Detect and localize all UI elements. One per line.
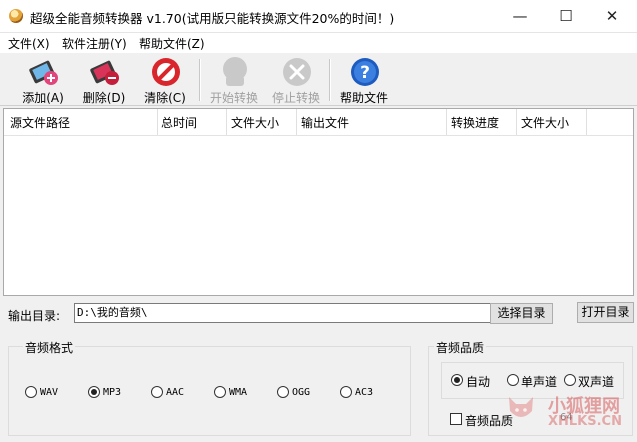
format-radio-wav[interactable] (25, 386, 37, 398)
format-label-ac3: AC3 (355, 387, 374, 398)
column-source-path[interactable]: 源文件路径 (10, 114, 70, 131)
format-radio-mp3[interactable] (88, 386, 100, 398)
start-convert-label: 开始转换 (209, 91, 258, 105)
column-divider (296, 109, 297, 135)
column-output-file[interactable]: 输出文件 (301, 114, 349, 131)
toolbar-separator (199, 59, 201, 101)
column-divider (226, 109, 227, 135)
clear-button-label: 清除(C) (144, 91, 186, 105)
app-icon (9, 9, 23, 23)
help-file-button[interactable]: ? 帮助文件 (334, 56, 394, 105)
minimize-button[interactable]: — (497, 0, 543, 32)
column-progress[interactable]: 转换进度 (451, 114, 499, 131)
channel-label-auto: 自动 (466, 375, 491, 389)
start-convert-icon (223, 57, 247, 86)
channel-label-stereo: 双声道 (578, 375, 615, 389)
column-divider (586, 109, 587, 135)
format-radio-wma[interactable] (214, 386, 226, 398)
column-divider (446, 109, 447, 135)
start-convert-button[interactable]: 开始转换 (204, 56, 264, 105)
channel-radio-mono[interactable] (507, 374, 519, 386)
help-icon: ? (351, 58, 379, 86)
quality-checkbox[interactable] (450, 413, 462, 425)
format-radio-ogg[interactable] (277, 386, 289, 398)
column-output-size[interactable]: 文件大小 (521, 114, 569, 131)
format-label-wma: WMA (229, 387, 248, 398)
menu-register[interactable]: 软件注册(Y) (62, 35, 127, 52)
stop-convert-button[interactable]: 停止转换 (266, 56, 326, 105)
audio-format-title: 音频格式 (23, 339, 76, 356)
channel-radio-auto[interactable] (451, 374, 463, 386)
format-label-ogg: OGG (292, 387, 311, 398)
menu-file[interactable]: 文件(X) (8, 35, 50, 52)
clear-button[interactable]: 清除(C) (135, 56, 195, 105)
stop-convert-icon (283, 58, 311, 86)
toolbar-separator (329, 59, 331, 101)
column-divider (157, 109, 158, 135)
stop-convert-label: 停止转换 (271, 91, 320, 105)
format-label-wav: WAV (40, 387, 59, 398)
column-file-size[interactable]: 文件大小 (231, 114, 279, 131)
format-radio-ac3[interactable] (340, 386, 352, 398)
menu-help[interactable]: 帮助文件(Z) (139, 35, 205, 52)
watermark-url: XHLKS.CN (548, 414, 622, 429)
title-bar: 超级全能音频转换器 v1.70(试用版只能转换源文件20%的时间！) — ☐ ✕ (0, 0, 637, 33)
delete-button-label: 删除(D) (82, 91, 126, 105)
add-button-label: 添加(A) (22, 91, 64, 105)
delete-files-icon (90, 60, 119, 85)
column-total-time[interactable]: 总时间 (161, 114, 197, 131)
format-radio-aac[interactable] (151, 386, 163, 398)
format-label-aac: AAC (166, 387, 185, 398)
open-dir-button[interactable]: 打开目录 (577, 302, 634, 323)
add-button[interactable]: 添加(A) (13, 56, 73, 105)
svg-text:?: ? (360, 63, 370, 83)
menu-bar: 文件(X) 软件注册(Y) 帮助文件(Z) (0, 33, 637, 53)
choose-dir-button[interactable]: 选择目录 (490, 303, 553, 324)
list-header: 源文件路径 总时间 文件大小 输出文件 转换进度 文件大小 (4, 109, 633, 136)
file-list[interactable]: 源文件路径 总时间 文件大小 输出文件 转换进度 文件大小 (3, 108, 634, 296)
delete-button[interactable]: 删除(D) (74, 56, 134, 105)
toolbar: 添加(A) 删除(D) 清除(C) 开始转换 停止转换 ? 帮助文件 (0, 53, 637, 106)
help-file-label: 帮助文件 (339, 91, 388, 105)
audio-quality-title: 音频品质 (434, 339, 487, 356)
window-title: 超级全能音频转换器 v1.70(试用版只能转换源文件20%的时间！) (30, 11, 395, 26)
channel-radio-stereo[interactable] (564, 374, 576, 386)
add-files-icon (29, 60, 58, 85)
fox-logo-icon (509, 397, 533, 417)
channel-label-mono: 单声道 (521, 375, 558, 389)
output-dir-label: 输出目录: (8, 309, 61, 323)
column-divider (516, 109, 517, 135)
output-dir-input[interactable]: D:\我的音频\ (74, 303, 491, 323)
maximize-button[interactable]: ☐ (543, 0, 589, 32)
close-button[interactable]: ✕ (589, 0, 635, 32)
clear-icon (152, 58, 180, 86)
format-label-mp3: MP3 (103, 387, 122, 398)
